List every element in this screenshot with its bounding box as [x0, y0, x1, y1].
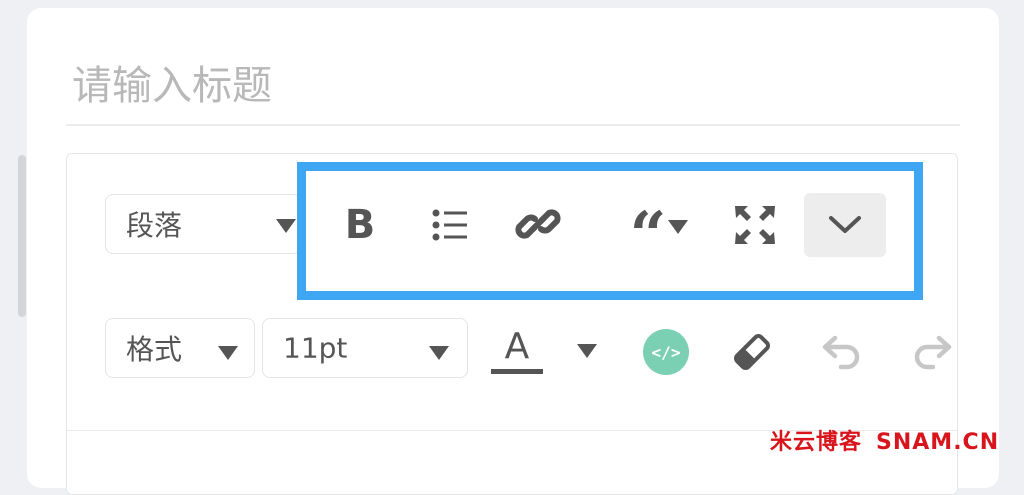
block-format-value: 段落	[126, 209, 183, 242]
font-size-select[interactable]: 11pt	[262, 318, 468, 378]
watermark-brand: 米云博客	[770, 430, 863, 455]
redo-icon	[914, 335, 952, 370]
font-size-value: 11pt	[283, 331, 348, 365]
code-icon: </>	[643, 329, 689, 375]
blockquote-button[interactable]: “	[600, 195, 696, 268]
redo-button[interactable]	[902, 322, 962, 382]
text-color-dropdown[interactable]	[570, 333, 606, 369]
text-color-icon: A	[504, 325, 530, 367]
watermark: 米云博客 SNAM.CN	[770, 424, 1000, 455]
bold-icon: B	[344, 202, 376, 248]
title-input[interactable]	[72, 56, 952, 116]
caret-down-icon	[668, 220, 688, 234]
bullet-list-icon	[432, 209, 467, 241]
eraser-icon	[733, 333, 771, 371]
undo-button[interactable]	[812, 322, 872, 382]
fullscreen-icon	[735, 206, 775, 244]
format-select[interactable]: 格式	[105, 318, 255, 378]
bold-button[interactable]: B	[330, 195, 390, 255]
scrollbar-thumb[interactable]	[18, 155, 26, 317]
text-color-button[interactable]: A	[487, 322, 547, 380]
fullscreen-button[interactable]	[725, 195, 785, 255]
chevron-down-icon	[829, 216, 861, 233]
quote-icon: “	[629, 198, 667, 273]
text-color-swatch	[491, 368, 543, 374]
bullet-list-button[interactable]	[420, 195, 480, 255]
watermark-site: SNAM.CN	[876, 430, 1000, 455]
format-select-value: 格式	[126, 333, 183, 366]
link-icon	[515, 209, 561, 239]
block-format-select[interactable]: 段落	[105, 194, 301, 254]
code-icon-glyph: </>	[651, 342, 681, 362]
caret-down-icon	[276, 219, 296, 233]
clear-format-button[interactable]	[722, 322, 782, 382]
caret-down-icon	[429, 346, 449, 360]
caret-down-icon	[577, 344, 597, 358]
source-code-button[interactable]: </>	[636, 322, 696, 382]
link-button[interactable]	[507, 193, 569, 255]
title-divider	[66, 124, 960, 126]
caret-down-icon	[218, 346, 238, 360]
undo-icon	[822, 335, 860, 370]
more-button[interactable]	[804, 193, 886, 257]
